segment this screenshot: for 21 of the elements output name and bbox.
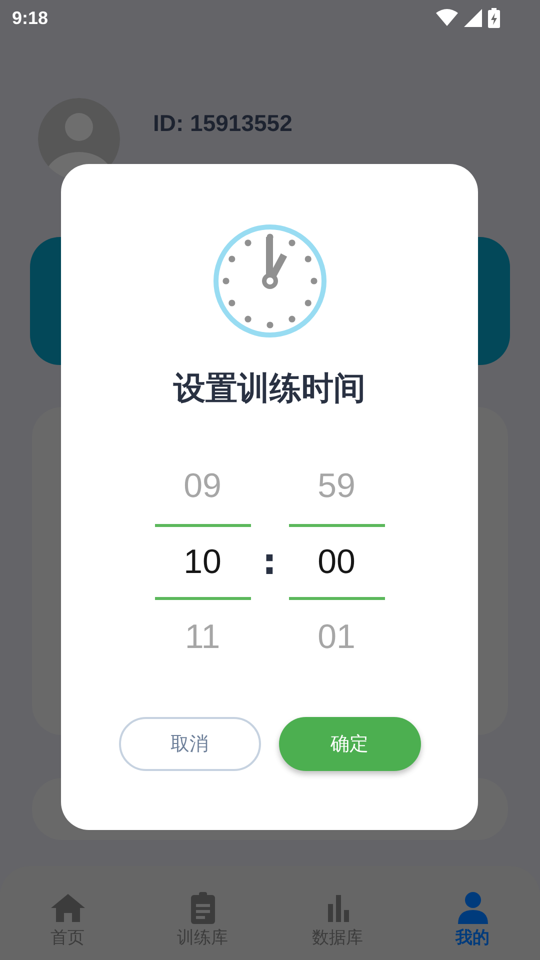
status-time: 9:18 [12,8,48,28]
cancel-button[interactable]: 取消 [118,717,260,771]
time-separator: : [261,542,278,582]
user-id: ID: 15913552 [153,110,292,138]
clock-icon [212,223,328,339]
nav-tab[interactable]: 我的 [405,866,540,960]
picker-value: 00 [288,524,384,600]
minute-picker[interactable]: 59 00 01 [288,449,384,675]
picker-value: 59 [316,466,356,507]
hour-picker[interactable]: 09 10 11 [154,449,250,675]
signal-icon [464,9,482,27]
picker-value: 11 [184,617,222,658]
person-icon [456,892,490,924]
confirm-button[interactable]: 确定 [278,717,420,771]
wifi-icon [436,9,458,27]
battery-icon [488,8,500,28]
picker-value: 09 [182,466,222,507]
home-icon [50,892,84,924]
picker-value: 10 [154,524,250,600]
picker-value: 01 [316,617,356,658]
dialog-title: 设置训练时间 [174,368,366,408]
